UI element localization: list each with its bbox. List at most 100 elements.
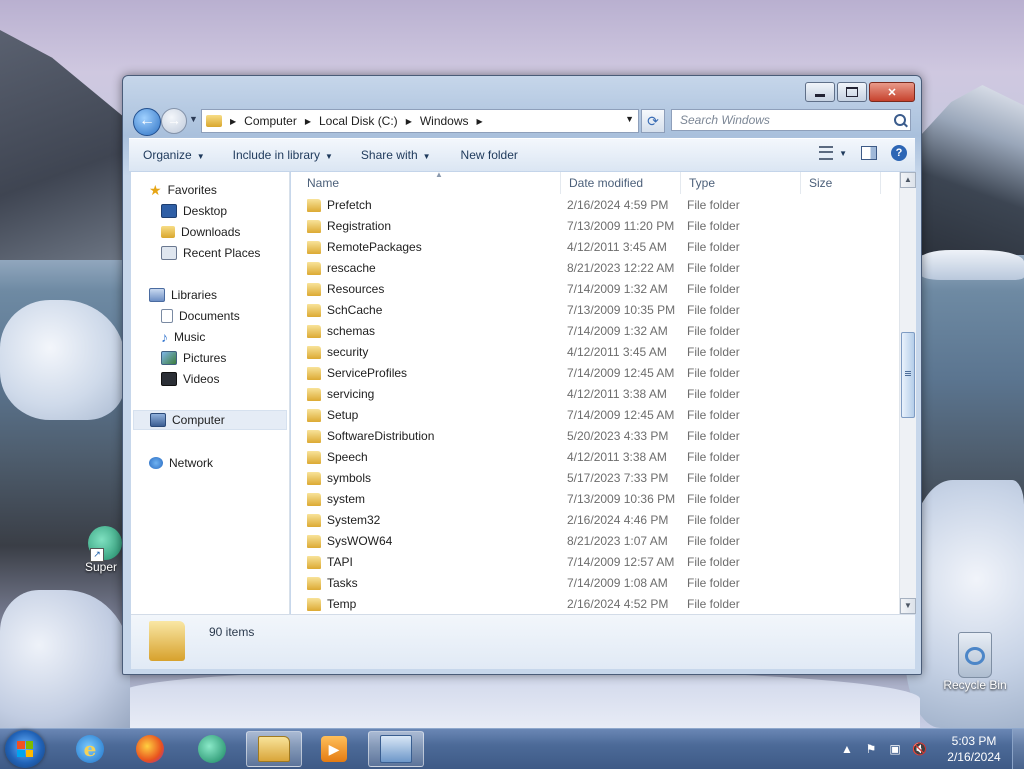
- close-button[interactable]: ✕: [869, 82, 915, 102]
- volume-muted-icon[interactable]: 🔇: [912, 742, 927, 756]
- file-row[interactable]: TAPI 7/14/2009 12:57 AM File folder: [291, 552, 891, 573]
- taskbar-control-panel[interactable]: [368, 731, 424, 767]
- nav-label: Pictures: [183, 351, 227, 365]
- file-row[interactable]: SysWOW64 8/21/2023 1:07 AM File folder: [291, 531, 891, 552]
- file-date: 7/13/2009 10:35 PM: [567, 303, 676, 317]
- column-header-size[interactable]: Size: [801, 172, 881, 194]
- nav-label: Downloads: [181, 225, 241, 239]
- file-row[interactable]: RemotePackages 4/12/2011 3:45 AM File fold…: [291, 237, 891, 258]
- change-view-icon[interactable]: [819, 146, 834, 160]
- file-date: 5/20/2023 4:33 PM: [567, 429, 669, 443]
- nav-item-pictures[interactable]: Pictures: [161, 348, 226, 368]
- column-header-date-modified[interactable]: Date modified: [561, 172, 681, 194]
- file-row[interactable]: ServiceProfiles 7/14/2009 12:45 AM File fo…: [291, 363, 891, 384]
- search-input[interactable]: Search Windows: [671, 109, 911, 131]
- chevron-down-icon: ▼: [422, 152, 431, 161]
- address-dropdown-button[interactable]: ▼: [625, 114, 634, 124]
- desktop-icon: [161, 204, 177, 218]
- file-row[interactable]: SchCache 7/13/2009 10:35 PM File folder: [291, 300, 891, 321]
- address-bar[interactable]: ▶ Computer ▶ Local Disk (C:) ▶ Windows ▶…: [201, 109, 639, 133]
- preview-pane-icon[interactable]: [861, 146, 877, 160]
- folder-icon: [307, 199, 321, 212]
- file-row[interactable]: Speech 4/12/2011 3:38 AM File folder: [291, 447, 891, 468]
- maximize-icon: [846, 87, 858, 97]
- taskbar-internet-explorer[interactable]: e: [62, 731, 118, 767]
- nav-item-computer[interactable]: Computer: [133, 410, 287, 430]
- file-type: File folder: [687, 240, 740, 254]
- maximize-button[interactable]: [837, 82, 867, 102]
- file-row[interactable]: servicing 4/12/2011 3:38 AM File folder: [291, 384, 891, 405]
- file-type: File folder: [687, 261, 740, 275]
- include-in-library-button[interactable]: Include in library ▼: [233, 148, 333, 162]
- recent-pages-dropdown[interactable]: ▼: [189, 114, 198, 124]
- file-row[interactable]: Registration 7/13/2009 11:20 PM File folde…: [291, 216, 891, 237]
- file-type: File folder: [687, 429, 740, 443]
- column-label: Type: [689, 176, 716, 190]
- nav-item-network[interactable]: Network: [149, 453, 213, 473]
- share-with-button[interactable]: Share with ▼: [361, 148, 431, 162]
- breadcrumb-computer[interactable]: Computer: [244, 114, 297, 128]
- clock[interactable]: 5:03 PM 2/16/2024: [944, 733, 1004, 765]
- file-row[interactable]: Resources 7/14/2009 1:32 AM File folder: [291, 279, 891, 300]
- breadcrumb-windows[interactable]: Windows: [420, 114, 469, 128]
- file-row[interactable]: system 7/13/2009 10:36 PM File folder: [291, 489, 891, 510]
- file-row[interactable]: schemas 7/14/2009 1:32 AM File folder: [291, 321, 891, 342]
- file-row[interactable]: security 4/12/2011 3:45 AM File folder: [291, 342, 891, 363]
- network-tray-icon[interactable]: ▣: [888, 742, 902, 756]
- view-options-dropdown[interactable]: ▼: [839, 149, 847, 158]
- shortcut-arrow-icon: ↗: [90, 548, 104, 562]
- window-controls: ✕: [805, 82, 915, 102]
- organize-button[interactable]: Organize ▼: [143, 148, 205, 162]
- file-row[interactable]: Tasks 7/14/2009 1:08 AM File folder: [291, 573, 891, 594]
- refresh-icon: ⟳: [647, 113, 659, 129]
- notification-area: ▲ ⚑ ▣ 🔇: [840, 729, 927, 769]
- show-hidden-icons-button[interactable]: ▲: [840, 742, 854, 756]
- scroll-up-button[interactable]: ▲: [900, 172, 916, 188]
- nav-item-recent-places[interactable]: Recent Places: [161, 243, 260, 263]
- nav-item-videos[interactable]: Videos: [161, 369, 219, 389]
- taskbar-superhuman[interactable]: [184, 731, 240, 767]
- nav-label: Music: [174, 330, 206, 344]
- file-row[interactable]: Temp 2/16/2024 4:52 PM File folder: [291, 594, 891, 614]
- scroll-thumb[interactable]: [901, 332, 915, 418]
- chevron-right-icon[interactable]: ▶: [305, 117, 311, 126]
- chevron-right-icon[interactable]: ▶: [477, 117, 483, 126]
- chevron-right-icon[interactable]: ▶: [406, 117, 412, 126]
- view-controls: ▼ ?: [819, 145, 907, 161]
- nav-item-favorites[interactable]: ★ Favorites: [149, 180, 217, 200]
- file-row[interactable]: rescache 8/21/2023 12:22 AM File folder: [291, 258, 891, 279]
- nav-item-libraries[interactable]: Libraries: [149, 285, 217, 305]
- file-row[interactable]: Setup 7/14/2009 12:45 AM File folder: [291, 405, 891, 426]
- taskbar-media-player[interactable]: ▶: [306, 731, 362, 767]
- nav-item-desktop[interactable]: Desktop: [161, 201, 227, 221]
- forward-button[interactable]: →: [161, 108, 187, 134]
- file-row[interactable]: symbols 5/17/2023 7:33 PM File folder: [291, 468, 891, 489]
- taskbar-windows-explorer[interactable]: [246, 731, 302, 767]
- file-type: File folder: [687, 282, 740, 296]
- action-center-flag-icon[interactable]: ⚑: [864, 742, 878, 756]
- desktop-icon-recycle-bin[interactable]: Recycle Bin: [940, 632, 1010, 692]
- scroll-down-button[interactable]: ▼: [900, 598, 916, 614]
- column-header-name[interactable]: Name ▲: [299, 172, 561, 194]
- sort-arrow-icon: ▲: [435, 172, 443, 179]
- new-folder-button[interactable]: New folder: [461, 148, 518, 162]
- back-button[interactable]: ←: [133, 108, 161, 136]
- start-button[interactable]: [5, 730, 45, 768]
- file-row[interactable]: SoftwareDistribution 5/20/2023 4:33 PM Fil…: [291, 426, 891, 447]
- minimize-button[interactable]: [805, 82, 835, 102]
- file-date: 4/12/2011 3:45 AM: [567, 240, 667, 254]
- file-row[interactable]: System32 2/16/2024 4:46 PM File folder: [291, 510, 891, 531]
- nav-item-documents[interactable]: Documents: [161, 306, 240, 326]
- refresh-button[interactable]: ⟳: [641, 109, 665, 133]
- taskbar-firefox[interactable]: [122, 731, 178, 767]
- search-icon[interactable]: [894, 114, 906, 126]
- show-desktop-button[interactable]: [1012, 729, 1024, 769]
- breadcrumb-local-disk[interactable]: Local Disk (C:): [319, 114, 398, 128]
- vertical-scrollbar[interactable]: ▲ ▼: [899, 172, 916, 614]
- column-header-type[interactable]: Type: [681, 172, 801, 194]
- file-row[interactable]: Prefetch 2/16/2024 4:59 PM File folder: [291, 195, 891, 216]
- chevron-right-icon[interactable]: ▶: [230, 117, 236, 126]
- help-icon[interactable]: ?: [891, 145, 907, 161]
- nav-item-downloads[interactable]: Downloads: [161, 222, 240, 242]
- nav-item-music[interactable]: ♪ Music: [161, 327, 205, 347]
